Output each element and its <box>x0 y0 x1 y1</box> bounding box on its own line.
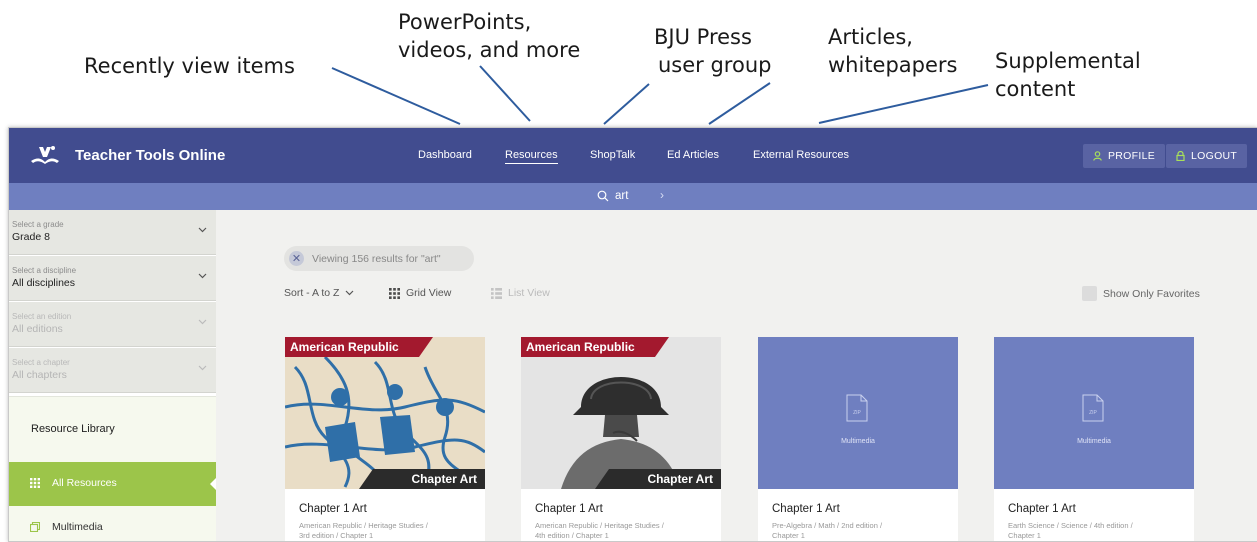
file-type-label: ZIP <box>1089 410 1097 416</box>
discipline-select-value: All disciplines <box>12 277 76 289</box>
card-thumbnail[interactable]: ZIP Multimedia <box>758 337 958 489</box>
chevron-down-icon <box>198 365 207 371</box>
resource-library-title: Resource Library <box>31 423 115 435</box>
discipline-select-label: Select a discipline <box>12 266 77 275</box>
profile-button[interactable]: PROFILE <box>1083 144 1166 168</box>
search-bar[interactable]: art › <box>9 183 1257 210</box>
results-panel: ✕ Viewing 156 results for "art" Sort - A… <box>216 210 1257 541</box>
zip-file-icon: ZIP <box>846 394 868 422</box>
card-path: Pre-Algebra / Math / 2nd edition / <box>772 521 883 530</box>
edition-select-label: Select an edition <box>12 312 72 321</box>
resource-card[interactable]: ZIP Multimedia Chapter 1 Art Earth Scien… <box>994 337 1194 541</box>
nav-ed-articles[interactable]: Ed Articles <box>667 149 719 161</box>
search-icon[interactable] <box>597 190 609 202</box>
card-banner: American Republic <box>290 340 399 354</box>
grid-view-toggle[interactable]: Grid View <box>389 287 451 299</box>
file-type-label: ZIP <box>853 410 861 416</box>
card-banner: American Republic <box>526 340 635 354</box>
app-window: Teacher Tools Online Dashboard Resources… <box>8 127 1257 542</box>
card-path: Earth Science / Science / 4th edition / <box>1008 521 1133 530</box>
chevron-down-icon <box>346 290 354 296</box>
results-count-text: Viewing 156 results for "art" <box>312 252 441 265</box>
chevron-right-icon[interactable]: › <box>660 188 664 202</box>
lock-icon <box>1176 151 1185 161</box>
card-tag: Chapter Art <box>411 472 477 486</box>
chapter-art-image <box>285 337 485 489</box>
card-thumbnail[interactable]: American Republic Chapter Art <box>521 337 721 489</box>
leader-line-recent <box>331 67 461 125</box>
leader-line-shoptalk <box>603 83 650 125</box>
top-navbar: Teacher Tools Online Dashboard Resources… <box>9 128 1257 183</box>
card-title[interactable]: Chapter 1 Art <box>535 503 603 515</box>
nav-dashboard[interactable]: Dashboard <box>418 149 472 161</box>
sidebar-item-label: Multimedia <box>52 521 103 533</box>
search-results-chip[interactable]: ✕ Viewing 156 results for "art" <box>284 246 474 271</box>
card-title[interactable]: Chapter 1 Art <box>299 503 367 515</box>
grade-select-value: Grade 8 <box>12 231 50 243</box>
favorites-checkbox[interactable] <box>1082 286 1097 301</box>
resource-card[interactable]: American Republic Chapter Art Chapter 1 … <box>285 337 485 541</box>
chapter-select[interactable]: Select a chapter All chapters <box>9 348 216 393</box>
multimedia-caption: Multimedia <box>1077 438 1111 445</box>
nav-resources[interactable]: Resources <box>505 149 558 164</box>
card-path-2: 3rd edition / Chapter 1 <box>299 531 374 540</box>
card-path-2: Chapter 1 <box>772 531 805 540</box>
grid-view-icon <box>389 287 400 299</box>
logout-label: LOGOUT <box>1191 150 1238 162</box>
bju-logo-icon[interactable] <box>29 143 61 165</box>
sidebar-item-label: All Resources <box>52 477 117 489</box>
card-title[interactable]: Chapter 1 Art <box>1008 503 1076 515</box>
card-thumbnail[interactable]: ZIP Multimedia <box>994 337 1194 489</box>
chevron-down-icon <box>198 227 207 233</box>
logout-button[interactable]: LOGOUT <box>1166 144 1248 168</box>
leader-line-articles <box>708 82 771 125</box>
sort-label: Sort - A to Z <box>284 287 340 299</box>
card-title[interactable]: Chapter 1 Art <box>772 503 840 515</box>
list-view-icon <box>491 287 502 299</box>
sidebar-item-all-resources[interactable]: All Resources <box>9 462 216 506</box>
grid-icon <box>30 478 40 488</box>
multimedia-icon <box>30 522 40 532</box>
card-path: American Republic / Heritage Studies / <box>535 521 664 530</box>
search-query[interactable]: art <box>615 190 628 202</box>
resource-card[interactable]: ZIP Multimedia Chapter 1 Art Pre-Algebra… <box>758 337 958 541</box>
sort-dropdown[interactable]: Sort - A to Z <box>284 287 354 299</box>
leader-line-external <box>818 84 989 124</box>
card-path: American Republic / Heritage Studies / <box>299 521 428 530</box>
leader-line-resources <box>479 65 531 122</box>
favorites-label[interactable]: Show Only Favorites <box>1103 288 1200 300</box>
card-tag: Chapter Art <box>647 472 713 486</box>
card-thumbnail[interactable]: American Republic Chapter Art <box>285 337 485 489</box>
card-path-2: 4th edition / Chapter 1 <box>535 531 609 540</box>
user-icon <box>1093 151 1102 161</box>
chapter-select-label: Select a chapter <box>12 358 70 367</box>
resource-card[interactable]: American Republic Chapter Art Chapter 1 … <box>521 337 721 541</box>
multimedia-caption: Multimedia <box>841 438 875 445</box>
chapter-art-image <box>521 337 721 489</box>
nav-shoptalk[interactable]: ShopTalk <box>590 149 635 161</box>
grid-view-label: Grid View <box>406 287 452 299</box>
edition-select-value: All editions <box>12 323 63 335</box>
chevron-down-icon <box>198 319 207 325</box>
chapter-select-value: All chapters <box>12 369 67 381</box>
chevron-down-icon <box>198 273 207 279</box>
list-view-toggle[interactable]: List View <box>491 287 550 299</box>
discipline-select[interactable]: Select a discipline All disciplines <box>9 256 216 301</box>
clear-search-icon[interactable]: ✕ <box>289 251 304 266</box>
app-title[interactable]: Teacher Tools Online <box>75 147 225 164</box>
grade-select[interactable]: Select a grade Grade 8 <box>9 210 216 255</box>
edition-select[interactable]: Select an edition All editions <box>9 302 216 347</box>
grade-select-label: Select a grade <box>12 220 64 229</box>
zip-file-icon: ZIP <box>1082 394 1104 422</box>
list-view-label: List View <box>508 287 550 299</box>
sidebar: Select a grade Grade 8 Select a discipli… <box>9 210 216 541</box>
resource-library-heading: Resource Library <box>9 396 216 462</box>
card-path-2: Chapter 1 <box>1008 531 1041 540</box>
profile-label: PROFILE <box>1108 150 1156 162</box>
nav-external-resources[interactable]: External Resources <box>753 149 849 161</box>
sidebar-item-multimedia[interactable]: Multimedia <box>9 506 216 541</box>
annotation-leader-lines <box>331 65 989 125</box>
